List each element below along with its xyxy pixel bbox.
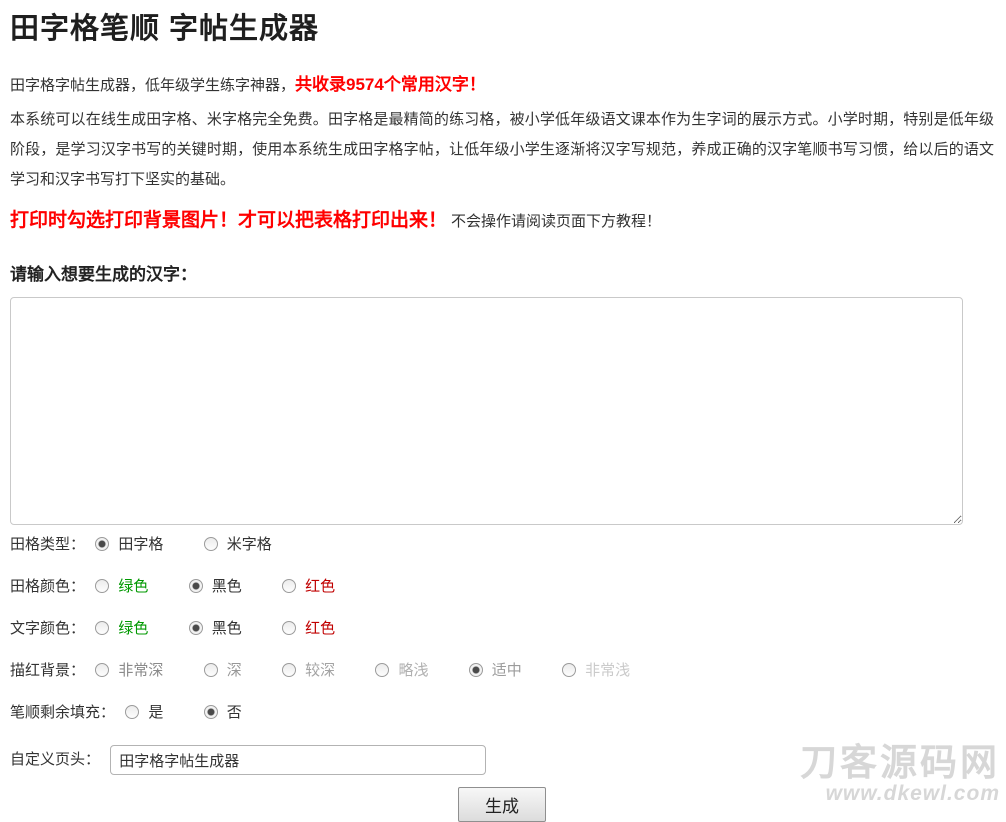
text-color-radio-red[interactable] [282, 621, 296, 635]
option-label: 田字格 [118, 536, 163, 553]
text-color-label: 文字颜色： [10, 620, 85, 637]
trace-shade-option-very-dark[interactable]: 非常深 [95, 661, 163, 681]
trace-shade-option-darker[interactable]: 较深 [282, 661, 335, 681]
text-color-radio-green[interactable] [95, 621, 109, 635]
copybook-generator-page: 田字格笔顺 字帖生成器 田字格字帖生成器，低年级学生练字神器，共收录9574个常… [0, 12, 1006, 822]
generate-button[interactable]: 生成 [458, 787, 546, 822]
options-form: 田格类型： 田字格 米字格 田格颜色： 绿色 黑色 红色 [10, 535, 994, 765]
intro-plain-text: 田字格字帖生成器，低年级学生练字神器， [10, 77, 295, 94]
grid-color-option-red[interactable]: 红色 [282, 577, 335, 597]
trace-shade-radio-darker[interactable] [282, 663, 296, 677]
option-label: 适中 [492, 662, 522, 679]
option-label: 红色 [305, 578, 335, 595]
grid-color-option-black[interactable]: 黑色 [189, 577, 242, 597]
text-color-option-red[interactable]: 红色 [282, 619, 335, 639]
option-label: 绿色 [118, 620, 148, 637]
trace-shade-option-medium[interactable]: 适中 [469, 661, 522, 681]
print-instruction-line: 打印时勾选打印背景图片！才可以把表格打印出来！不会操作请阅读页面下方教程！ [10, 205, 994, 232]
trace-shade-radio-very-dark[interactable] [95, 663, 109, 677]
hanzi-count-highlight: 共收录9574个常用汉字！ [295, 75, 486, 94]
stroke-fill-radio-yes[interactable] [125, 705, 139, 719]
option-label: 否 [227, 704, 242, 721]
trace-shade-option-slightly-light[interactable]: 略浅 [375, 661, 428, 681]
option-label: 红色 [305, 620, 335, 637]
option-label: 深 [227, 662, 242, 679]
grid-color-label: 田格颜色： [10, 578, 85, 595]
custom-header-input[interactable] [110, 745, 486, 775]
text-color-option-black[interactable]: 黑色 [189, 619, 242, 639]
form-row-grid-color: 田格颜色： 绿色 黑色 红色 [10, 577, 994, 597]
grid-color-radio-red[interactable] [282, 579, 296, 593]
text-color-radio-black[interactable] [189, 621, 203, 635]
trace-shade-option-very-light[interactable]: 非常浅 [562, 661, 630, 681]
hanzi-textarea[interactable] [10, 297, 963, 525]
option-label: 米字格 [227, 536, 272, 553]
option-label: 略浅 [398, 662, 428, 679]
stroke-fill-option-yes[interactable]: 是 [125, 703, 163, 723]
stroke-fill-option-no[interactable]: 否 [204, 703, 242, 723]
grid-color-option-green[interactable]: 绿色 [95, 577, 148, 597]
stroke-fill-radio-no[interactable] [204, 705, 218, 719]
watermark-site-name: 刀客源码网 [800, 744, 1000, 781]
option-label: 非常深 [118, 662, 163, 679]
grid-type-label: 田格类型： [10, 536, 85, 553]
stroke-fill-label: 笔顺剩余填充： [10, 704, 115, 721]
option-label: 是 [148, 704, 163, 721]
form-row-stroke-fill: 笔顺剩余填充： 是 否 [10, 703, 994, 723]
print-note: 不会操作请阅读页面下方教程！ [451, 213, 661, 230]
watermark: 刀客源码网 www.dkewl.com [800, 744, 1000, 804]
trace-shade-option-dark[interactable]: 深 [204, 661, 242, 681]
custom-header-label: 自定义页头： [10, 751, 100, 768]
grid-type-option-tianzige[interactable]: 田字格 [95, 535, 163, 555]
trace-shade-radio-dark[interactable] [204, 663, 218, 677]
page-title: 田字格笔顺 字帖生成器 [10, 12, 994, 46]
description-text: 本系统可以在线生成田字格、米字格完全免费。田字格是最精简的练习格，被小学低年级语… [10, 105, 994, 195]
trace-shade-radio-slightly-light[interactable] [375, 663, 389, 677]
text-color-option-green[interactable]: 绿色 [95, 619, 148, 639]
option-label: 绿色 [118, 578, 148, 595]
form-row-trace-shade: 描红背景： 非常深 深 较深 略浅 适中 [10, 661, 994, 681]
grid-type-option-mizige[interactable]: 米字格 [204, 535, 272, 555]
option-label: 黑色 [212, 578, 242, 595]
hanzi-input-label: 请输入想要生成的汉字： [10, 260, 994, 285]
option-label: 非常浅 [585, 662, 630, 679]
option-label: 黑色 [212, 620, 242, 637]
trace-shade-label: 描红背景： [10, 662, 85, 679]
grid-type-radio-mizige[interactable] [204, 537, 218, 551]
option-label: 较深 [305, 662, 335, 679]
grid-type-radio-tianzige[interactable] [95, 537, 109, 551]
form-row-grid-type: 田格类型： 田字格 米字格 [10, 535, 994, 555]
print-warning: 打印时勾选打印背景图片！才可以把表格打印出来！ [10, 210, 447, 231]
trace-shade-radio-very-light[interactable] [562, 663, 576, 677]
trace-shade-radio-medium[interactable] [469, 663, 483, 677]
intro-text: 田字格字帖生成器，低年级学生练字神器，共收录9574个常用汉字！ [10, 70, 994, 95]
grid-color-radio-black[interactable] [189, 579, 203, 593]
form-row-text-color: 文字颜色： 绿色 黑色 红色 [10, 619, 994, 639]
grid-color-radio-green[interactable] [95, 579, 109, 593]
